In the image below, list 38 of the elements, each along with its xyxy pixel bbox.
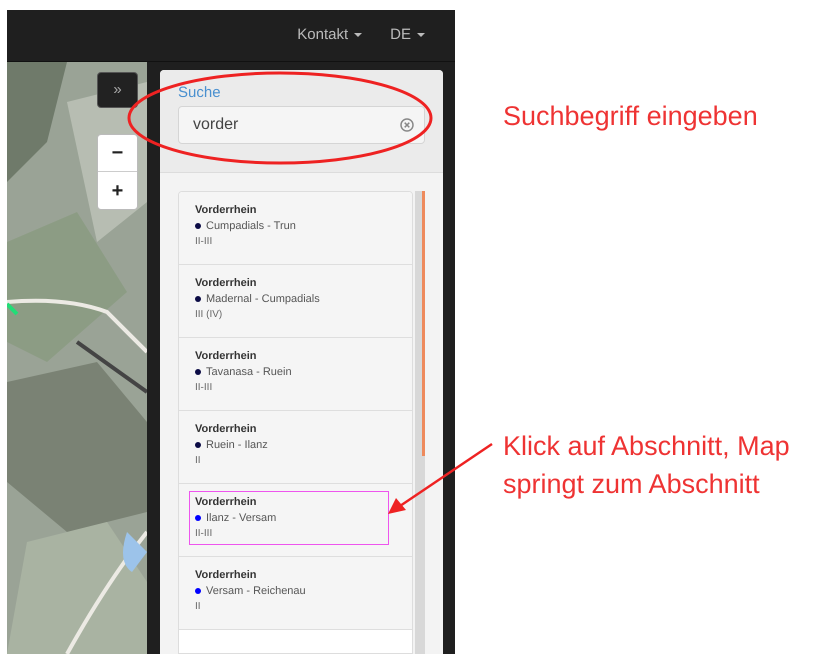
annotation-text: Klick auf Abschnitt, Map springt zum Abschnitt [503,430,791,501]
grade-text: II [195,600,202,614]
river-name: Vorderrhein [195,495,258,510]
section-name: Cumpadials - Trun [206,219,296,234]
search-label: Suche [178,84,222,102]
grade-text: II [195,454,202,468]
annotation-text: Suchbegriff eingeben [503,100,758,133]
grade-text: II-III [195,235,214,249]
scrollbar[interactable] [415,191,425,654]
result-item[interactable]: Vorderrhein Tavanasa - Ruein II-III [179,338,412,411]
section-name: Versam - Reichenau [206,584,306,599]
section-name: Ruein - Ilanz [206,438,268,453]
result-item[interactable]: Vorderrhein Madernal - Cumpadials III (IV) [179,265,412,338]
zoom-out-button[interactable]: − [98,135,137,172]
caret-icon [417,33,425,38]
result-item[interactable]: Vorderrhein Ruein - Ilanz II [179,411,412,484]
caret-icon [354,33,362,38]
zoom-in-button[interactable]: + [98,172,137,209]
clear-icon[interactable] [400,118,414,132]
result-item[interactable]: Vorderrhein Cumpadials - Trun II-III [179,192,412,265]
search-field[interactable]: vorder [178,106,425,144]
section-name: Ilanz - Versam [206,511,276,526]
river-name: Vorderrhein [195,422,258,437]
grade-text: III (IV) [195,308,224,322]
result-item[interactable]: Vorderrhein Versam - Reichenau II [179,557,412,630]
scrollbar-thumb[interactable] [422,191,425,456]
section-name: Madernal - Cumpadials [206,292,320,307]
grade-text: II-III [195,527,214,541]
river-name: Vorderrhein [195,349,258,364]
collapse-button[interactable]: » [97,72,138,108]
grade-text: II-III [195,381,214,395]
section-name: Tavanasa - Ruein [206,365,292,380]
river-name: Vorderrhein [195,203,258,218]
result-item[interactable]: Vorderrhein Ilanz - Versam II-III [179,484,412,557]
nav-link[interactable]: Kontakt [297,24,362,47]
river-name: Vorderrhein [195,568,258,583]
nav-link[interactable]: DE [390,24,425,47]
river-name: Vorderrhein [195,276,258,291]
